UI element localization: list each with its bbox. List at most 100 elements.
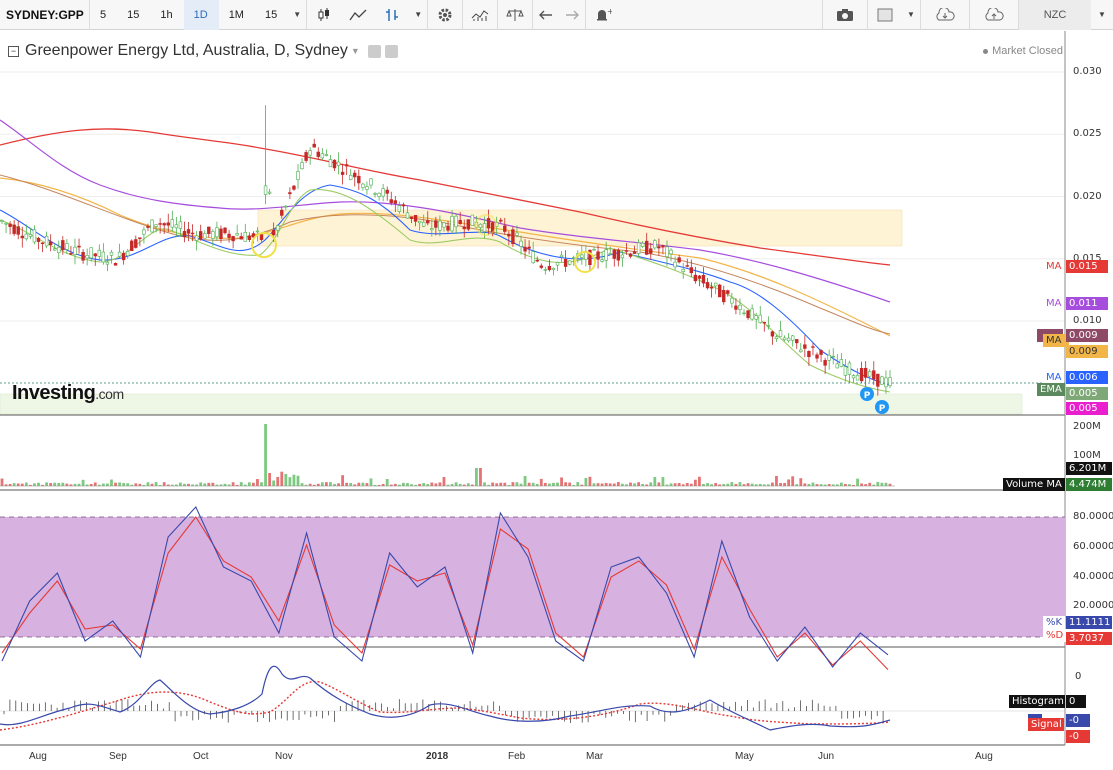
- interval-1h[interactable]: 1h: [150, 0, 183, 30]
- line-chart-icon[interactable]: [341, 0, 375, 30]
- volume-bar: [110, 479, 113, 486]
- candle-up: [308, 150, 312, 156]
- signal-value: -0: [1066, 730, 1090, 743]
- candle-up: [559, 254, 564, 258]
- candle-down: [93, 253, 97, 257]
- alert-icon[interactable]: +: [586, 0, 620, 30]
- candle-down: [332, 159, 337, 169]
- volume-bar: [422, 483, 426, 486]
- candle-up: [555, 262, 560, 266]
- y-tick-label: 0.010: [1073, 315, 1102, 326]
- candle-down: [596, 251, 600, 260]
- interval-dropdown-icon[interactable]: ▼: [288, 0, 306, 30]
- candle-up: [73, 246, 77, 255]
- volume-bar: [698, 476, 701, 486]
- volume-bar: [604, 483, 608, 486]
- volume-bar: [272, 480, 276, 486]
- volume-bar: [539, 478, 543, 486]
- candle-up: [89, 247, 93, 259]
- x-tick-label: May: [735, 751, 754, 762]
- volume-bar: [653, 476, 657, 486]
- candlestick-icon[interactable]: [307, 0, 341, 30]
- volume-tick-label: 200M: [1073, 421, 1101, 432]
- candle-down: [762, 322, 767, 324]
- toolbar: SYDNEY:GPP 5 15 1h 1D 1M 15 ▼ ▼ + ▼ NZC …: [0, 0, 1113, 30]
- settings-icon[interactable]: [428, 0, 462, 30]
- scale-icon[interactable]: [498, 0, 532, 30]
- undo-icon[interactable]: [533, 0, 559, 30]
- volume-bar: [426, 483, 430, 486]
- candle-up: [373, 193, 377, 195]
- candle-down: [413, 215, 418, 222]
- volume-bar: [223, 483, 227, 486]
- volume-bar: [860, 483, 864, 486]
- volume-bar: [89, 483, 93, 486]
- bar-chart-icon[interactable]: [375, 0, 409, 30]
- volume-bar: [511, 482, 515, 486]
- volume-bar: [183, 483, 186, 486]
- timezone-dropdown-icon[interactable]: ▼: [1091, 0, 1113, 30]
- volume-bar: [406, 483, 409, 486]
- candle-up: [636, 242, 641, 254]
- volume-bar: [475, 468, 478, 486]
- volume-bar: [779, 483, 782, 486]
- volume-bar: [503, 482, 507, 486]
- candle-down: [182, 231, 187, 238]
- volume-bar: [458, 483, 462, 486]
- ma-purple-label: MA: [1043, 297, 1065, 310]
- volume-bar: [560, 477, 563, 486]
- chart-canvas[interactable]: P P: [0, 31, 1113, 770]
- candle-up: [320, 153, 325, 159]
- candle-down: [259, 233, 264, 240]
- volume-tick-label: 100M: [1073, 450, 1101, 461]
- volume-bar: [734, 483, 738, 486]
- candle-down: [409, 216, 414, 219]
- logo-brand: Investing: [12, 382, 96, 404]
- histogram-value: 0: [1066, 695, 1086, 708]
- indicators-icon[interactable]: [463, 0, 497, 30]
- cloud-load-icon[interactable]: [921, 0, 969, 30]
- volume-bar: [393, 483, 397, 486]
- interval-5[interactable]: 5: [90, 0, 117, 30]
- candle-up: [604, 249, 608, 261]
- candle-up: [653, 240, 657, 249]
- candle-up: [211, 231, 215, 239]
- volume-bar: [114, 482, 117, 486]
- candle-down: [645, 240, 649, 255]
- symbol-search[interactable]: SYDNEY:GPP: [0, 0, 90, 30]
- chart-type-dropdown-icon[interactable]: ▼: [409, 0, 427, 30]
- redo-icon[interactable]: [559, 0, 585, 30]
- timezone-select[interactable]: NZC: [1019, 0, 1091, 30]
- volume-bar: [868, 482, 872, 486]
- cloud-save-icon[interactable]: [970, 0, 1018, 30]
- template-dropdown-icon[interactable]: ▼: [902, 0, 920, 30]
- y-tick-label: 0.030: [1073, 66, 1102, 77]
- candle-down: [815, 354, 819, 359]
- template-icon[interactable]: [868, 0, 902, 30]
- interval-15-more[interactable]: 15: [255, 0, 288, 30]
- volume-bar: [706, 483, 709, 486]
- candle-up: [758, 314, 762, 323]
- volume-bar: [523, 475, 527, 486]
- volume-bar: [324, 482, 328, 486]
- candle-down: [340, 171, 345, 175]
- candle-down: [344, 164, 349, 167]
- ema-value: 0.005: [1066, 387, 1108, 400]
- volume-bars: [0, 424, 892, 486]
- camera-icon[interactable]: [823, 0, 867, 30]
- volume-bar: [345, 482, 349, 486]
- candle-up: [673, 261, 677, 268]
- candle-up: [421, 221, 426, 227]
- candle-down: [186, 229, 191, 234]
- interval-15[interactable]: 15: [117, 0, 150, 30]
- candle-down: [462, 226, 466, 230]
- candle-up: [0, 220, 4, 222]
- interval-1d[interactable]: 1D: [183, 0, 219, 30]
- candle-up: [669, 249, 673, 255]
- stoch-tick-label: 20.0000: [1073, 600, 1113, 611]
- volume-bar: [199, 482, 203, 486]
- volume-bar: [685, 482, 689, 486]
- interval-1m[interactable]: 1M: [219, 0, 255, 30]
- volume-bar: [369, 478, 373, 486]
- volume-bar: [49, 483, 53, 486]
